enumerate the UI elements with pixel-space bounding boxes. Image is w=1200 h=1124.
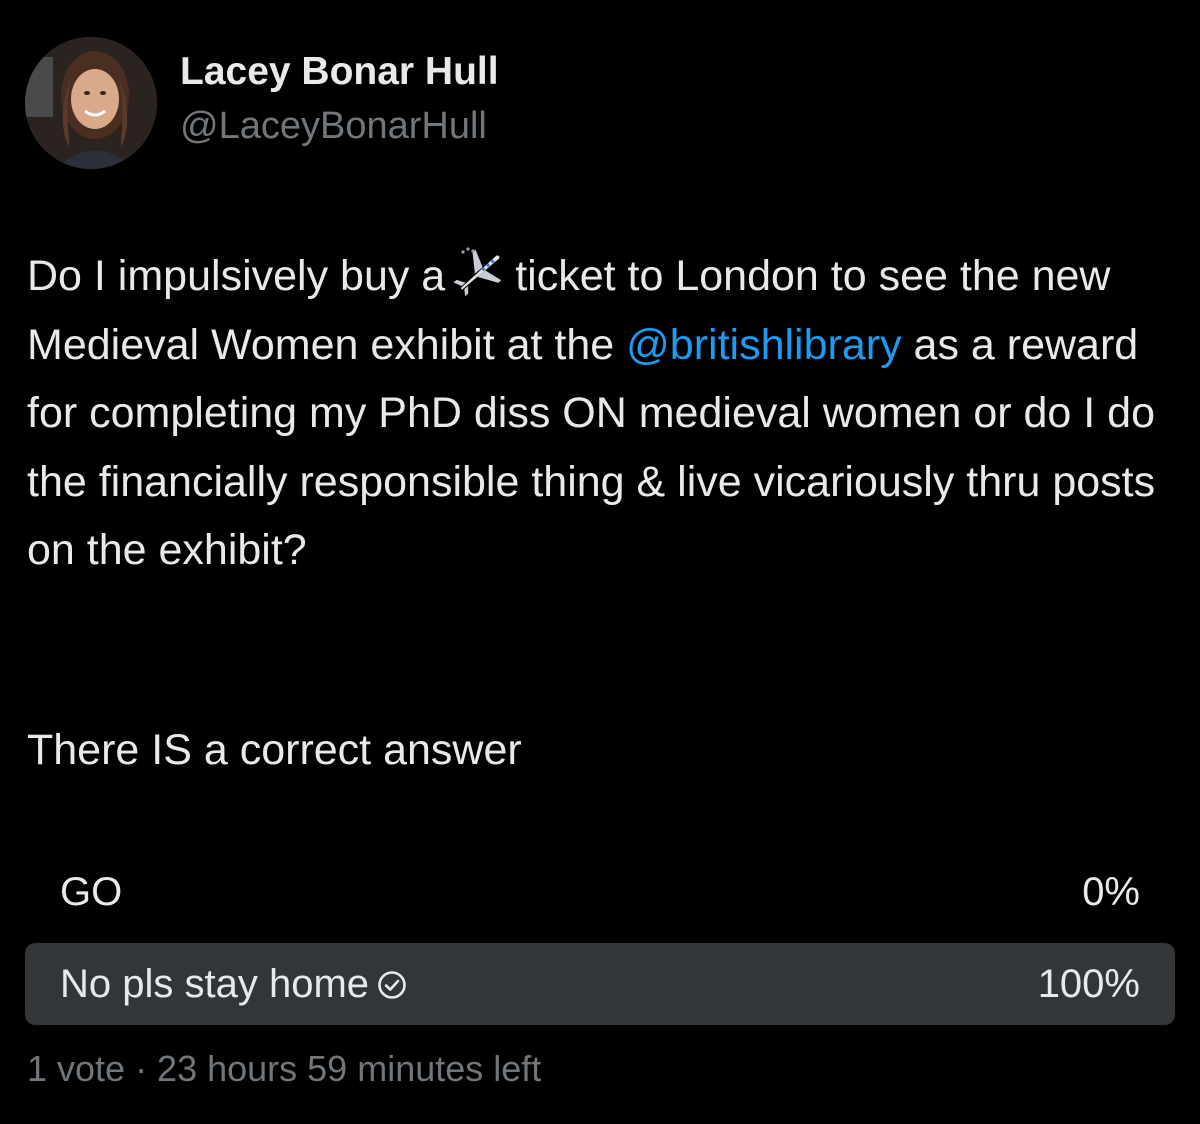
poll-option-percent: 100%	[1037, 962, 1140, 1006]
author-display-name[interactable]: Lacey Bonar Hull	[180, 50, 499, 94]
tweet-text-tail: There IS a correct answer	[27, 726, 522, 774]
poll-option-stay-home[interactable]: No pls stay home 100%	[25, 943, 1175, 1025]
mention-link[interactable]: @britishlibrary	[626, 321, 901, 369]
poll-meta: 1 vote · 23 hours 59 minutes left	[27, 1048, 542, 1089]
check-circle-icon	[377, 946, 407, 999]
tweet-body: Do I impulsively buy a ticket to London …	[27, 242, 1177, 585]
author-handle[interactable]: @LaceyBonarHull	[180, 105, 487, 148]
profile-photo-icon	[25, 37, 157, 169]
poll: GO 0% No pls stay home 100%	[25, 851, 1175, 1035]
poll-option-label: GO	[60, 870, 123, 914]
poll-option-go[interactable]: GO 0%	[25, 851, 1175, 933]
poll-option-label: No pls stay home	[60, 943, 407, 1025]
tweet-text-part1: Do I impulsively buy a	[27, 252, 446, 300]
avatar[interactable]	[25, 37, 157, 169]
poll-option-percent: 0%	[1082, 870, 1140, 914]
poll-option-label-text: No pls stay home	[60, 962, 370, 1006]
airplane-icon	[451, 246, 509, 298]
